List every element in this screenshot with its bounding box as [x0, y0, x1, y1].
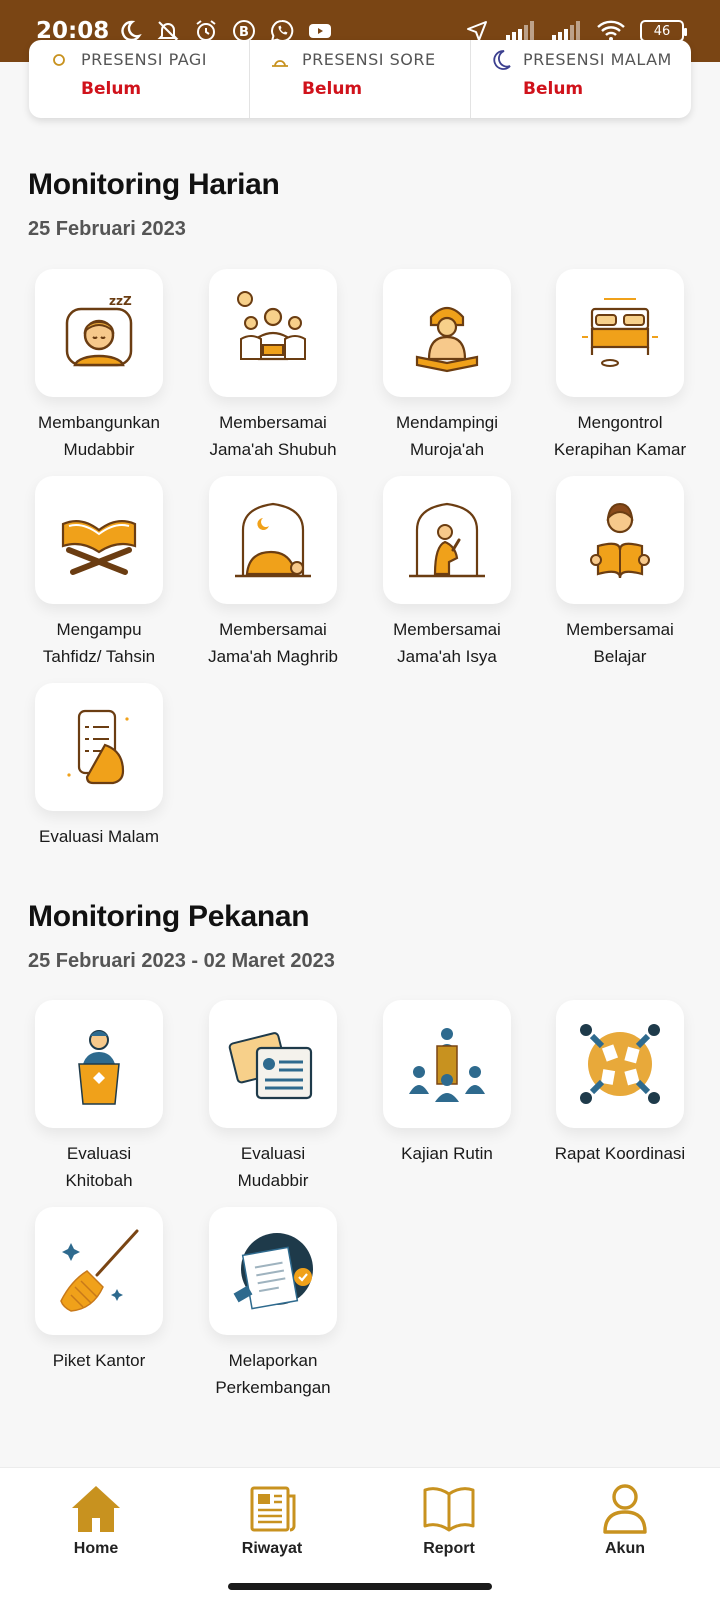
menu-evaluasi-khitobah[interactable]: Evaluasi Khitobah: [13, 1000, 185, 1194]
menu-tile[interactable]: [35, 1000, 163, 1128]
menu-membersamai-belajar[interactable]: Membersamai Belajar: [534, 476, 706, 670]
menu-tile[interactable]: [35, 683, 163, 811]
menu-label: Evaluasi Mudabbir: [237, 1144, 309, 1190]
menu-label: Evaluasi Malam: [39, 827, 159, 846]
home-icon: [72, 1486, 120, 1532]
menu-label: Mendampingi Muroja'ah: [395, 413, 499, 459]
menu-label: Membersamai Belajar: [566, 620, 674, 666]
menu-tile[interactable]: [383, 476, 511, 604]
menu-label: Membersamai Jama'ah Maghrib: [208, 620, 338, 666]
menu-tile[interactable]: [383, 1000, 511, 1128]
section-title-pekanan: Monitoring Pekanan: [28, 900, 310, 933]
section-title-harian: Monitoring Harian: [28, 168, 280, 201]
menu-tile[interactable]: [383, 269, 511, 397]
lecture-icon: [409, 1028, 485, 1102]
nav-label: Home: [73, 1540, 119, 1557]
menu-kerapihan-kamar[interactable]: Mengontrol Kerapihan Kamar: [534, 269, 706, 463]
open-quran-icon: [61, 519, 137, 575]
menu-jamaah-maghrib[interactable]: Membersamai Jama'ah Maghrib: [187, 476, 359, 670]
menu-label: Evaluasi Khitobah: [65, 1144, 133, 1190]
menu-piket-kantor[interactable]: Piket Kantor: [13, 1207, 185, 1374]
menu-tile[interactable]: [556, 476, 684, 604]
praying-icon: [409, 502, 485, 578]
menu-tile[interactable]: [209, 269, 337, 397]
menu-rapat-koordinasi[interactable]: Rapat Koordinasi: [534, 1000, 706, 1167]
presensi-label: PRESENSI PAGI: [81, 50, 207, 69]
menu-tile[interactable]: [556, 1000, 684, 1128]
presensi-status: Belum: [81, 79, 142, 99]
nav-report[interactable]: Report: [384, 1482, 514, 1558]
menu-label: Mengampu Tahfidz/ Tahsin: [42, 620, 156, 666]
nav-home[interactable]: Home: [31, 1482, 161, 1558]
newspaper-icon: [250, 1486, 296, 1532]
menu-tile[interactable]: [35, 1207, 163, 1335]
menu-evaluasi-mudabbir[interactable]: Evaluasi Mudabbir: [187, 1000, 359, 1194]
bottom-nav: Home Riwayat Report Akun: [0, 1467, 720, 1600]
menu-melaporkan-perkembangan[interactable]: Melaporkan Perkembangan: [187, 1207, 359, 1401]
section-date-pekanan: 25 Februari 2023 - 02 Maret 2023: [28, 950, 335, 972]
nav-label: Riwayat: [241, 1540, 303, 1557]
user-icon: [603, 1484, 647, 1534]
sunset-icon: [272, 60, 288, 67]
menu-label: Membersamai Jama'ah Isya: [393, 620, 501, 666]
battery-level: 46: [653, 23, 671, 39]
presensi-status: Belum: [523, 79, 584, 99]
svg-text:B: B: [239, 25, 249, 40]
battery-icon: 46: [640, 20, 687, 42]
menu-label: Mengontrol Kerapihan Kamar: [553, 413, 687, 459]
nav-label: Akun: [605, 1540, 645, 1557]
podium-speaker-icon: [78, 1030, 120, 1105]
menu-tile[interactable]: zzZ: [35, 269, 163, 397]
svg-text:zzZ: zzZ: [109, 294, 132, 308]
presensi-sore[interactable]: PRESENSI SORE Belum: [249, 40, 470, 118]
sleeping-boy-icon: zzZ: [65, 294, 133, 367]
studying-icon: [590, 502, 650, 579]
menu-evaluasi-malam[interactable]: Evaluasi Malam: [13, 683, 185, 850]
menu-jamaah-shubuh[interactable]: Membersamai Jama'ah Shubuh: [187, 269, 359, 463]
book-icon: [423, 1487, 475, 1532]
presensi-card: PRESENSI PAGI Belum PRESENSI SORE Belum …: [29, 40, 691, 118]
menu-label: Membangunkan Mudabbir: [38, 413, 160, 459]
menu-jamaah-isya[interactable]: Membersamai Jama'ah Isya: [361, 476, 533, 670]
congregation-icon: [237, 291, 306, 361]
menu-membangunkan-mudabbir[interactable]: zzZ Membangunkan Mudabbir: [13, 269, 185, 463]
bed-icon: [582, 298, 658, 367]
menu-label: Piket Kantor: [52, 1351, 146, 1370]
presensi-status: Belum: [302, 79, 363, 99]
sun-icon: [53, 54, 65, 66]
menu-kajian-rutin[interactable]: Kajian Rutin: [361, 1000, 533, 1167]
menu-tile[interactable]: [556, 269, 684, 397]
meeting-table-icon: [580, 1024, 660, 1104]
reading-quran-icon: [415, 306, 479, 373]
presensi-label: PRESENSI SORE: [302, 50, 436, 69]
phone-checklist-icon: [67, 709, 129, 785]
section-date-harian: 25 Februari 2023: [28, 218, 186, 240]
nav-riwayat[interactable]: Riwayat: [207, 1482, 337, 1558]
presensi-malam[interactable]: PRESENSI MALAM Belum: [470, 40, 691, 118]
broom-icon: [60, 1229, 139, 1312]
menu-tile[interactable]: [35, 476, 163, 604]
menu-mengampu-tahfidz[interactable]: Mengampu Tahfidz/ Tahsin: [13, 476, 185, 670]
home-indicator[interactable]: [228, 1583, 492, 1590]
id-card-icon: [228, 1032, 313, 1100]
menu-tile[interactable]: [209, 1207, 337, 1335]
moon-icon: [493, 50, 511, 70]
presensi-pagi[interactable]: PRESENSI PAGI Belum: [29, 40, 249, 118]
nav-akun[interactable]: Akun: [560, 1482, 690, 1558]
prostrating-icon: [235, 502, 311, 578]
presensi-label: PRESENSI MALAM: [523, 50, 672, 69]
nav-label: Report: [423, 1540, 475, 1557]
menu-label: Kajian Rutin: [401, 1144, 493, 1163]
menu-label: Membersamai Jama'ah Shubuh: [209, 413, 337, 459]
menu-label: Melaporkan Perkembangan: [215, 1351, 331, 1397]
menu-label: Rapat Koordinasi: [554, 1144, 686, 1163]
menu-mendampingi-murojaah[interactable]: Mendampingi Muroja'ah: [361, 269, 533, 463]
report-document-icon: [233, 1233, 313, 1310]
menu-tile[interactable]: [209, 476, 337, 604]
menu-tile[interactable]: [209, 1000, 337, 1128]
